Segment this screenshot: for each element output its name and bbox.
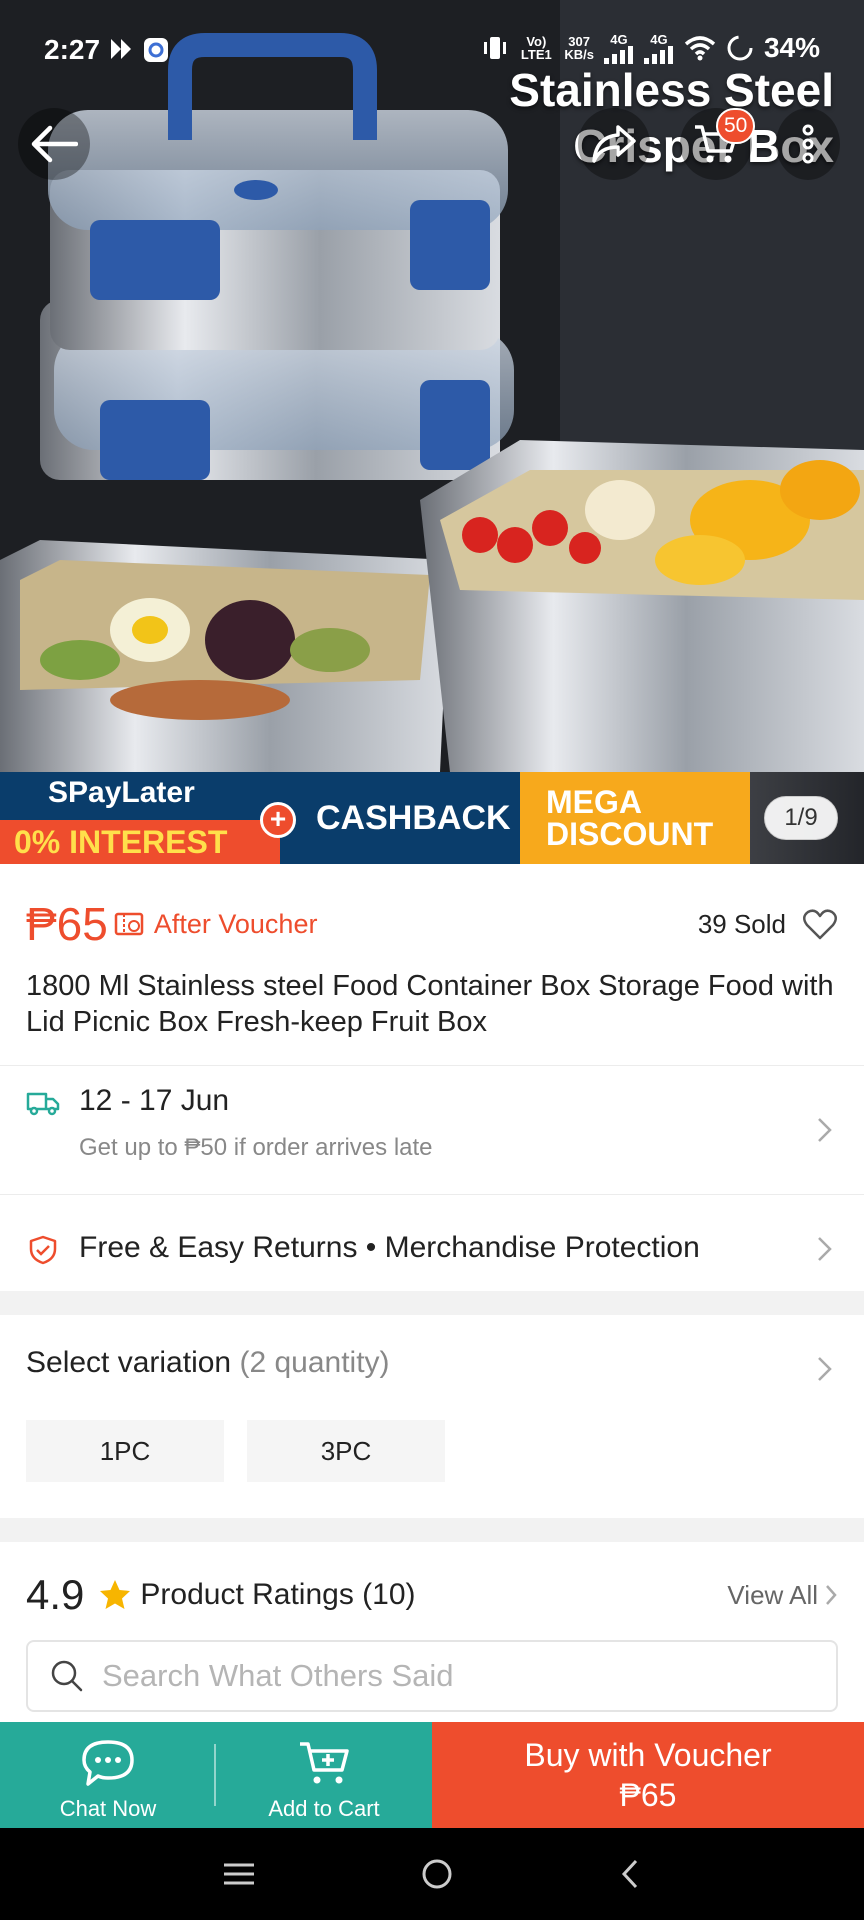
add-to-cart-button[interactable]: Add to Cart [216, 1722, 432, 1828]
delivery-date: 12 - 17 Jun [79, 1084, 230, 1117]
plus-icon: + [260, 802, 296, 838]
ratings-label: Product Ratings (10) [140, 1578, 416, 1611]
status-time: 2:27 [44, 34, 101, 65]
returns-protection-text: Free & Easy Returns • Merchandise Protec… [79, 1231, 700, 1264]
chevron-right-icon [818, 1118, 832, 1142]
cart-count-badge: 50 [716, 108, 756, 144]
search-icon [51, 1660, 83, 1692]
spaylater-label: SPayLater [48, 776, 195, 809]
camera-app-icon [144, 38, 168, 62]
late-guarantee: Get up to ₱50 if order arrives late [79, 1134, 433, 1161]
battery-saver-icon [727, 35, 753, 61]
menu-icon[interactable] [222, 1861, 256, 1887]
voucher-icon [114, 912, 144, 936]
vibrate-icon [484, 37, 507, 59]
chat-now-button[interactable]: Chat Now [0, 1722, 216, 1828]
volte-label: Vo) LTE1 [520, 34, 552, 62]
media-icon [111, 39, 131, 59]
variation-option-3pc[interactable]: 3PC [247, 1420, 445, 1482]
mega-discount-block: MEGA DISCOUNT [520, 772, 750, 864]
more-options-button[interactable] [776, 108, 840, 180]
status-notification-icons [108, 36, 170, 64]
signal-1-gen: 4G [610, 31, 628, 47]
net-speed-unit: KB/s [564, 47, 594, 62]
variation-label: Select variation (2 quantity) [26, 1346, 390, 1380]
signal-2: 4G [643, 31, 674, 64]
product-title: 1800 Ml Stainless steel Food Container B… [26, 970, 834, 1038]
chat-icon [82, 1740, 134, 1786]
chevron-right-icon [818, 1357, 832, 1381]
price: ₱65 [26, 898, 108, 950]
bottom-action-bar: Chat Now Add to Cart Buy with Voucher ₱6… [0, 1722, 864, 1828]
shield-check-icon [29, 1235, 57, 1265]
section-gap [0, 1291, 864, 1315]
system-nav-bar [0, 1828, 864, 1920]
shipping-row[interactable]: 12 - 17 Jun Get up to ₱50 if order arriv… [0, 1066, 864, 1194]
mega-label: MEGA [546, 784, 642, 820]
share-button[interactable] [578, 108, 650, 180]
buy-price: ₱65 [619, 1777, 677, 1813]
variation-quantity: (2 quantity) [239, 1346, 390, 1379]
battery-percent: 34% [763, 32, 820, 63]
interest-label: 0% INTEREST [0, 820, 280, 864]
sold-count: 39 Sold [697, 908, 786, 939]
ratings-header: 4.9 Product Ratings (10) View All [26, 1570, 838, 1620]
chat-now-label: Chat Now [59, 1796, 157, 1821]
view-all-label: View All [727, 1579, 818, 1610]
after-voucher-label: After Voucher [153, 908, 318, 939]
image-page-indicator: 1/9 [764, 796, 838, 840]
price-row: ₱65 After Voucher 39 Sold [26, 896, 838, 952]
chevron-right-icon [818, 1237, 832, 1261]
home-icon[interactable] [420, 1857, 454, 1891]
signal-2-gen: 4G [650, 31, 668, 47]
cashback-block: + CASHBACK [260, 772, 520, 864]
heart-icon[interactable] [802, 906, 838, 942]
add-to-cart-label: Add to Cart [268, 1796, 380, 1821]
share-icon [592, 125, 636, 163]
rating-score: 4.9 [26, 1571, 85, 1618]
chevron-right-icon [826, 1585, 837, 1605]
section-gap [0, 1518, 864, 1542]
back-icon[interactable] [618, 1857, 642, 1891]
star-icon [100, 1580, 131, 1609]
buy-label: Buy with Voucher [524, 1737, 772, 1773]
signal-1: 4G [603, 31, 634, 64]
add-cart-icon [300, 1742, 349, 1784]
spaylater-block: SPayLater 0% INTEREST [0, 772, 280, 864]
promo-banner: SPayLater 0% INTEREST + CASHBACK MEGA DI… [0, 772, 864, 864]
signal-icon [643, 45, 673, 64]
view-all-link[interactable]: View All [727, 1580, 838, 1611]
net-speed: 307 KB/s [564, 35, 594, 61]
truck-icon [26, 1092, 60, 1116]
variation-option-1pc[interactable]: 1PC [26, 1420, 224, 1482]
returns-row[interactable]: Free & Easy Returns • Merchandise Protec… [0, 1195, 864, 1291]
reviews-search-box[interactable] [26, 1640, 838, 1712]
buy-with-voucher-button[interactable]: Buy with Voucher ₱65 [432, 1722, 864, 1828]
product-image-carousel[interactable]: 2:27 Vo) LTE1 307 KB/s 4G 4G 34% Stainle… [0, 0, 864, 864]
status-right: Vo) LTE1 307 KB/s 4G 4G 34% [482, 32, 820, 64]
wifi-icon [684, 36, 716, 61]
discount-label: DISCOUNT [546, 816, 714, 852]
signal-icon [603, 45, 633, 64]
more-icon [802, 124, 814, 164]
variation-title: Select variation [26, 1346, 232, 1379]
cashback-label: CASHBACK [316, 798, 511, 837]
back-button[interactable] [18, 108, 90, 180]
reviews-search-input[interactable] [102, 1658, 802, 1694]
back-arrow-icon [31, 125, 78, 163]
